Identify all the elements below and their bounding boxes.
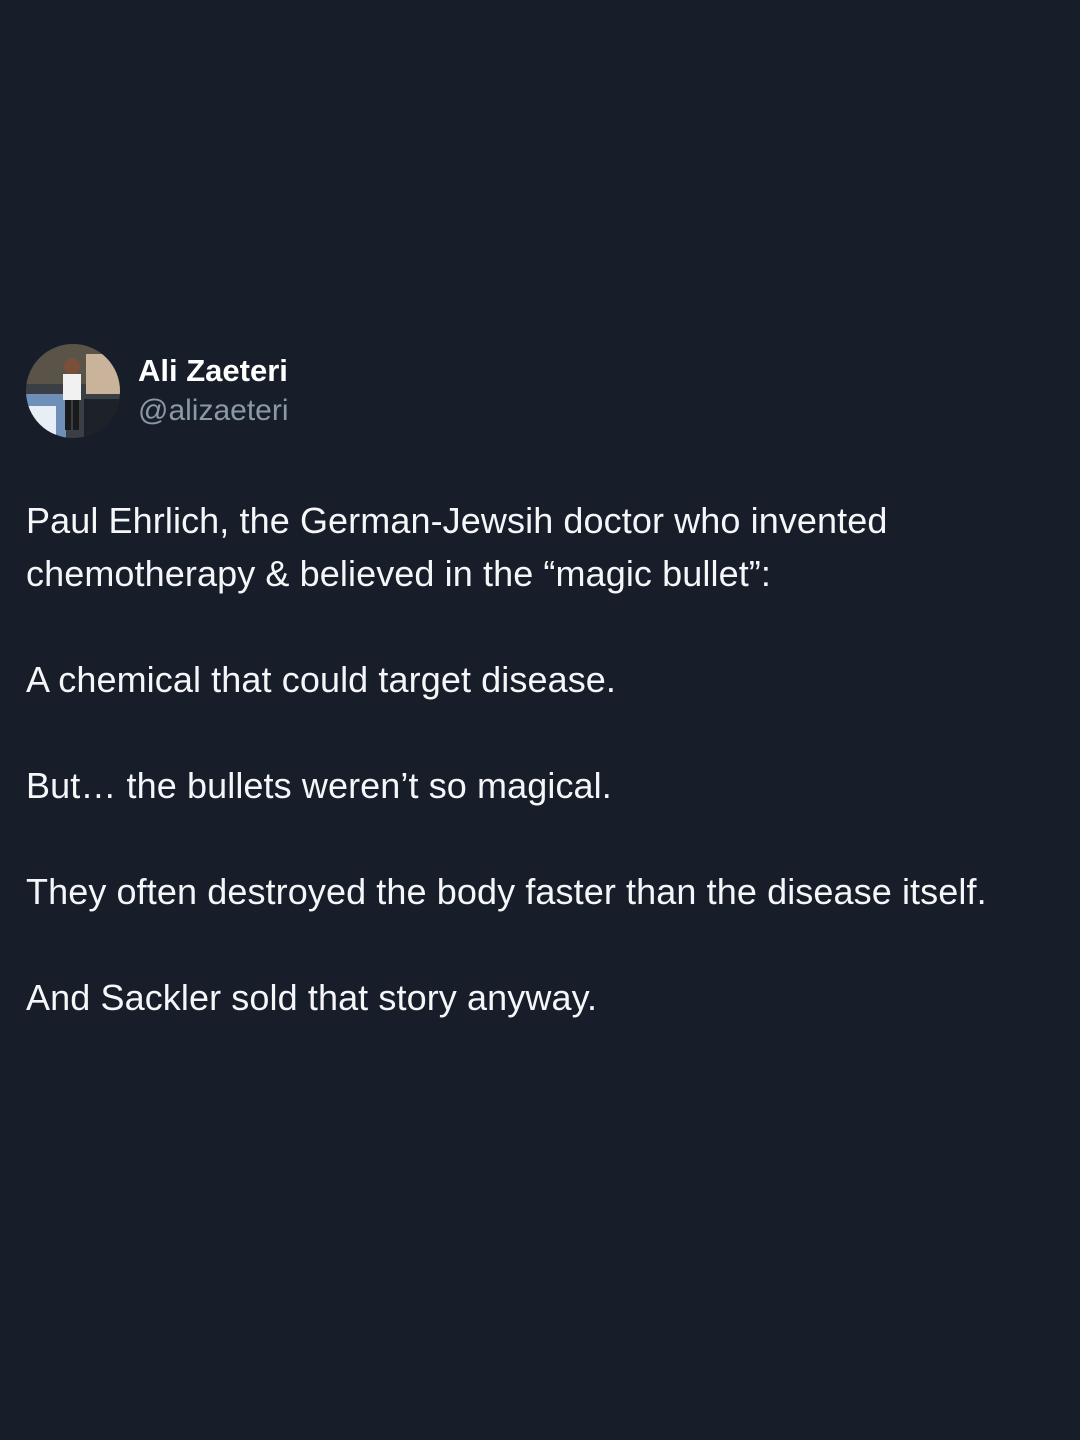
author-display-name[interactable]: Ali Zaeteri [138, 352, 289, 390]
author-handle[interactable]: @alizaeteri [138, 392, 289, 430]
tweet-paragraph: But… the bullets weren’t so magical. [26, 765, 612, 806]
tweet-paragraph: They often destroyed the body faster tha… [26, 871, 987, 912]
avatar[interactable] [26, 344, 120, 438]
tweet-body: Paul Ehrlich, the German-Jewsih doctor w… [26, 494, 1026, 1024]
tweet-paragraph: A chemical that could target disease. [26, 659, 617, 700]
tweet-paragraph: And Sackler sold that story anyway. [26, 977, 598, 1018]
profile-photo-icon [26, 344, 120, 438]
tweet-card: Ali Zaeteri @alizaeteri Paul Ehrlich, th… [26, 344, 1026, 1024]
tweet-paragraph: Paul Ehrlich, the German-Jewsih doctor w… [26, 500, 888, 594]
tweet-header: Ali Zaeteri @alizaeteri [26, 344, 1026, 438]
author-names: Ali Zaeteri @alizaeteri [138, 352, 289, 430]
